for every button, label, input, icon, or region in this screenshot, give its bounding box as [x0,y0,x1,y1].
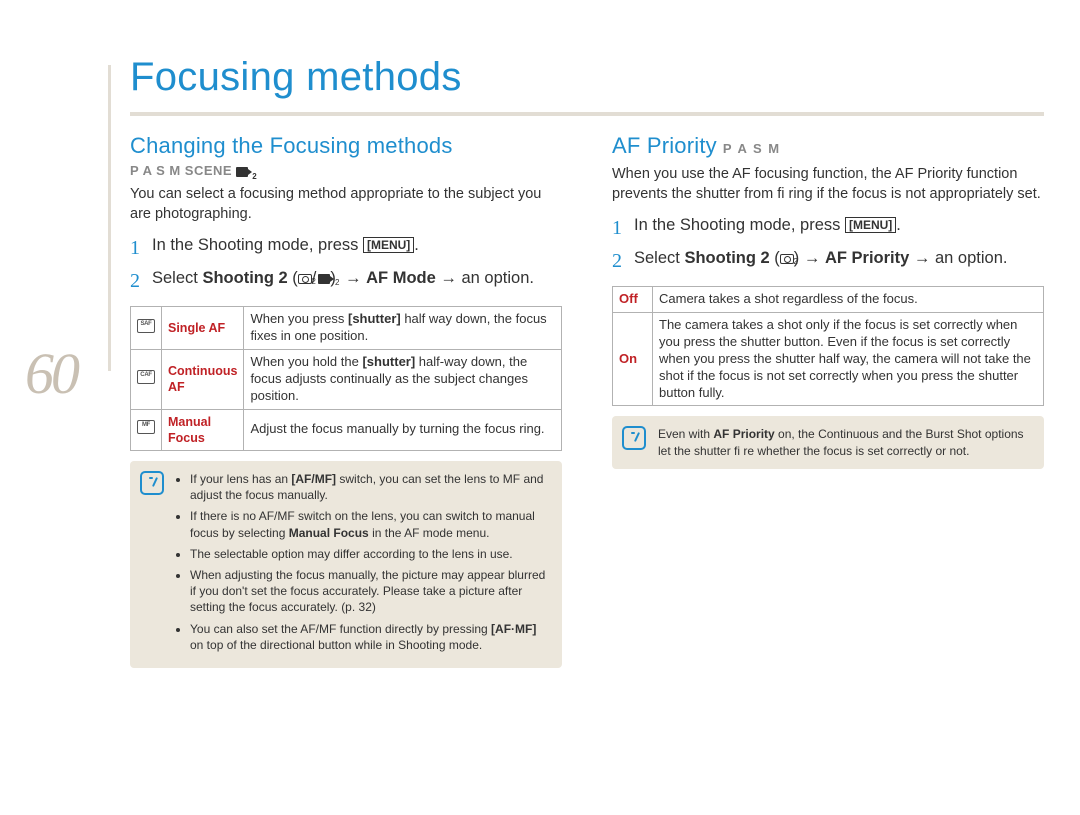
note-box-left: If your lens has an [AF/MF] switch, you … [130,461,562,668]
priority-option-desc: The camera takes a shot only if the focu… [653,313,1044,406]
table-row: Single AFWhen you press [shutter] half w… [131,307,562,350]
step-number: 2 [130,267,152,296]
step-item: 2Select Shooting 2 (/) → AF Mode → an op… [130,267,562,296]
section-heading-afpriority: AF PriorityP A S M [612,133,1044,159]
note-icon [140,471,164,495]
step-number: 1 [130,234,152,263]
af-option-desc: When you press [shutter] half way down, … [244,307,562,350]
note-item: If your lens has an [AF/MF] switch, you … [190,471,548,503]
step-item: 1In the Shooting mode, press [MENU]. [612,214,1044,243]
priority-option-desc: Camera takes a shot regardless of the fo… [653,287,1044,313]
movie-mode-icon [236,164,248,179]
note-item: You can also set the AF/MF function dire… [190,621,548,653]
af-option-label: Continuous AF [162,349,244,409]
note-item: If there is no AF/MF switch on the lens,… [190,508,548,540]
step-text: Select Shooting 2 () → AF Priority → an … [634,247,1007,271]
note-body-left: If your lens has an [AF/MF] switch, you … [176,471,548,658]
af-priority-options-table: OffCamera takes a shot regardless of the… [612,286,1044,406]
note-item: When adjusting the focus manually, the p… [190,567,548,616]
decorative-vertical-line [108,65,111,371]
mode-badges-right: P A S M [723,141,781,156]
left-column: Changing the Focusing methods P A S M SC… [130,128,562,668]
page-title: Focusing methods [130,55,462,100]
menu-key: [MENU] [845,217,896,233]
af-option-label: Single AF [162,307,244,350]
priority-option-label: On [613,313,653,406]
content-columns: Changing the Focusing methods P A S M SC… [130,128,1044,668]
page-number: 60 [25,340,77,407]
af-option-icon [131,409,162,451]
af-mode-options-table: Single AFWhen you press [shutter] half w… [130,306,562,451]
table-row: OnThe camera takes a shot only if the fo… [613,313,1044,406]
step-item: 2Select Shooting 2 () → AF Priority → an… [612,247,1044,276]
table-row: OffCamera takes a shot regardless of the… [613,287,1044,313]
step-text: Select Shooting 2 (/) → AF Mode → an opt… [152,267,534,291]
step-text: In the Shooting mode, press [MENU]. [152,234,419,258]
intro-left: You can select a focusing method appropr… [130,185,562,224]
note-item: The selectable option may differ accordi… [190,546,548,562]
table-row: Continuous AFWhen you hold the [shutter]… [131,349,562,409]
intro-right: When you use the AF focusing function, t… [612,165,1044,204]
step-number: 2 [612,247,634,276]
af-option-icon [131,307,162,350]
step-text: In the Shooting mode, press [MENU]. [634,214,901,238]
table-row: Manual FocusAdjust the focus manually by… [131,409,562,451]
af-option-desc: When you hold the [shutter] half-way dow… [244,349,562,409]
right-column: AF PriorityP A S M When you use the AF f… [612,128,1044,668]
note-box-right: Even with AF Priority on, the Continuous… [612,416,1044,468]
step-item: 1In the Shooting mode, press [MENU]. [130,234,562,263]
steps-left: 1In the Shooting mode, press [MENU].2Sel… [130,234,562,296]
af-option-label: Manual Focus [162,409,244,451]
title-underline [130,112,1044,116]
note-body-right: Even with AF Priority on, the Continuous… [658,426,1030,458]
step-number: 1 [612,214,634,243]
steps-right: 1In the Shooting mode, press [MENU].2Sel… [612,214,1044,276]
af-option-desc: Adjust the focus manually by turning the… [244,409,562,451]
menu-key: [MENU] [363,237,414,253]
section-heading-changing: Changing the Focusing methods [130,133,562,159]
mode-line-left: P A S M SCENE [130,163,562,179]
priority-option-label: Off [613,287,653,313]
note-icon [622,426,646,450]
af-option-icon [131,349,162,409]
